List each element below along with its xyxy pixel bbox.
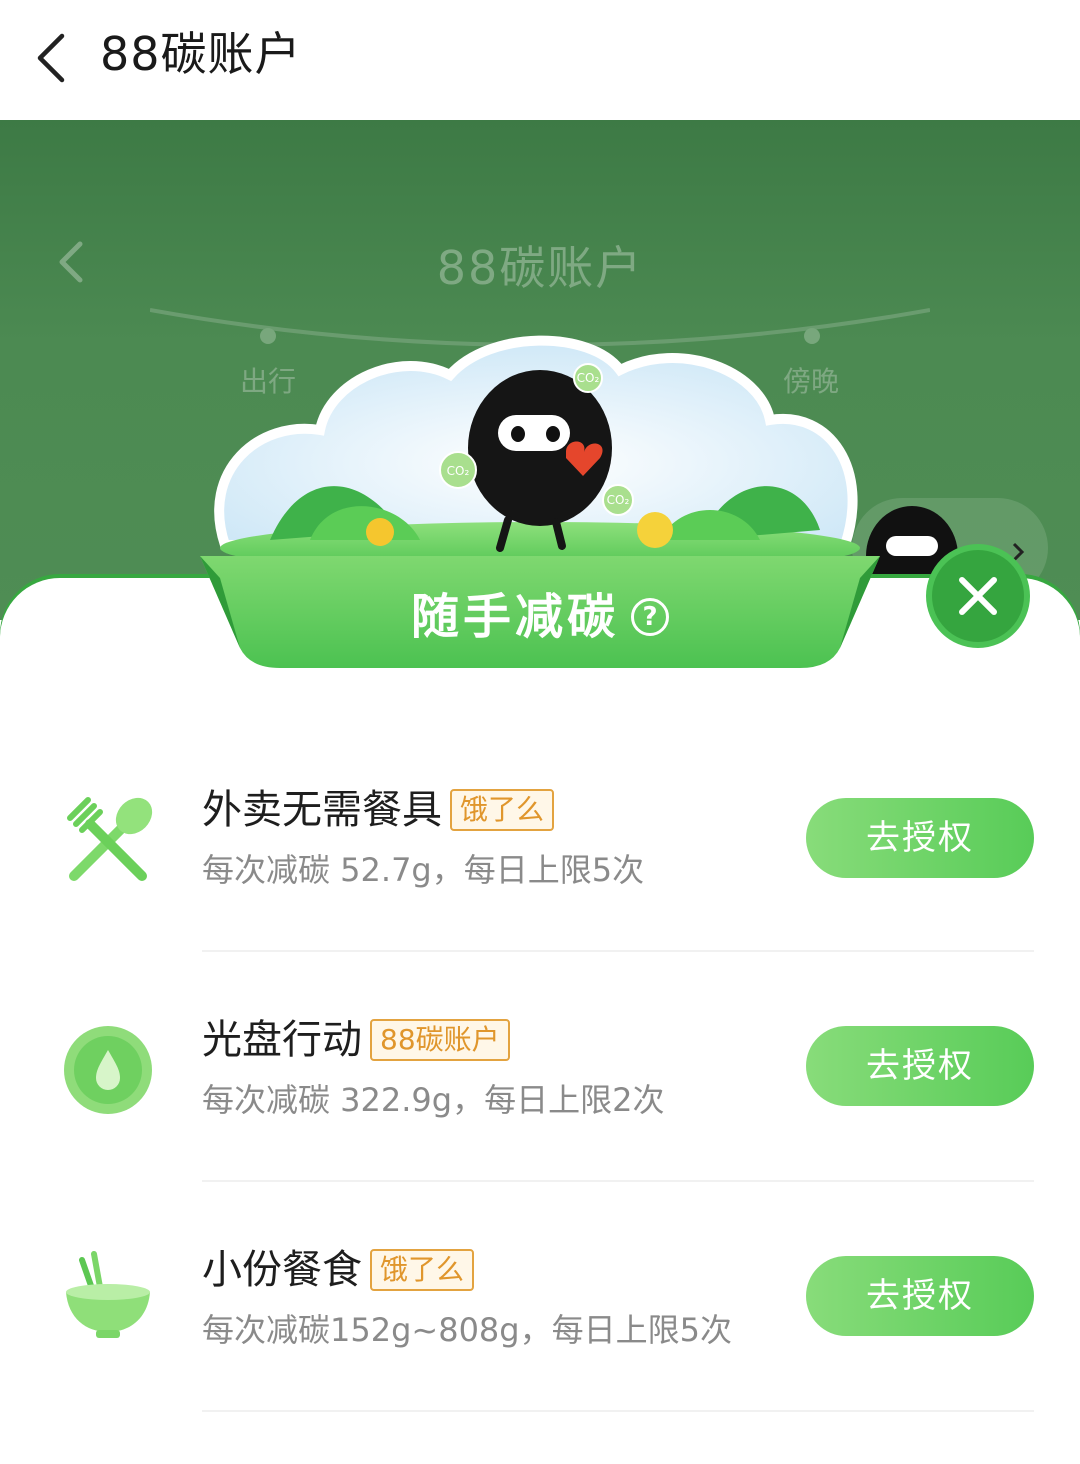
task-name: 小份餐食 bbox=[202, 1247, 362, 1293]
task-desc: 每次减碳152g~808g，每日上限5次 bbox=[202, 1311, 732, 1349]
bowl-chopsticks-icon bbox=[66, 1251, 150, 1338]
task-row-clean-plate: 光盘行动 88碳账户 每次减碳 322.9g，每日上限2次 去授权 bbox=[0, 960, 1080, 1190]
banner-label: 随手减碳 bbox=[410, 589, 619, 645]
page-title: 88碳账户 bbox=[100, 27, 302, 81]
background-page: 88碳账户 出行 傍晚 bbox=[0, 120, 1080, 620]
authorize-button[interactable]: 去授权 bbox=[806, 798, 1034, 878]
task-name: 光盘行动 bbox=[202, 1017, 362, 1063]
fork-spoon-icon bbox=[67, 797, 153, 881]
task-desc: 每次减碳 322.9g，每日上限2次 bbox=[202, 1081, 665, 1119]
task-row-small-portion: 小份餐食 饿了么 每次减碳152g~808g，每日上限5次 去授权 bbox=[0, 1190, 1080, 1420]
task-desc: 每次减碳 52.7g，每日上限5次 bbox=[202, 851, 645, 889]
divider bbox=[202, 1410, 1034, 1412]
background-title: 88碳账户 bbox=[436, 241, 644, 295]
help-icon[interactable]: ? bbox=[631, 598, 669, 636]
divider bbox=[202, 950, 1034, 952]
back-icon[interactable] bbox=[30, 30, 80, 86]
task-tag: 饿了么 bbox=[370, 1249, 475, 1291]
divider bbox=[202, 1180, 1034, 1182]
authorize-button[interactable]: 去授权 bbox=[806, 1026, 1034, 1106]
water-drop-icon bbox=[64, 1026, 152, 1114]
navbar: 88碳账户 bbox=[0, 0, 1080, 120]
task-name: 外卖无需餐具 bbox=[202, 787, 442, 833]
timeline-label-evening: 傍晚 bbox=[783, 365, 840, 398]
task-tag: 饿了么 bbox=[450, 789, 555, 831]
close-icon bbox=[959, 577, 997, 615]
authorize-button[interactable]: 去授权 bbox=[806, 1256, 1034, 1336]
close-button[interactable] bbox=[932, 550, 1024, 642]
task-row-no-cutlery: 外卖无需餐具 饿了么 每次减碳 52.7g，每日上限5次 去授权 bbox=[0, 730, 1080, 960]
task-tag: 88碳账户 bbox=[370, 1019, 510, 1061]
timeline-label-travel: 出行 bbox=[240, 365, 297, 398]
banner-title: 随手减碳? bbox=[0, 578, 1080, 653]
